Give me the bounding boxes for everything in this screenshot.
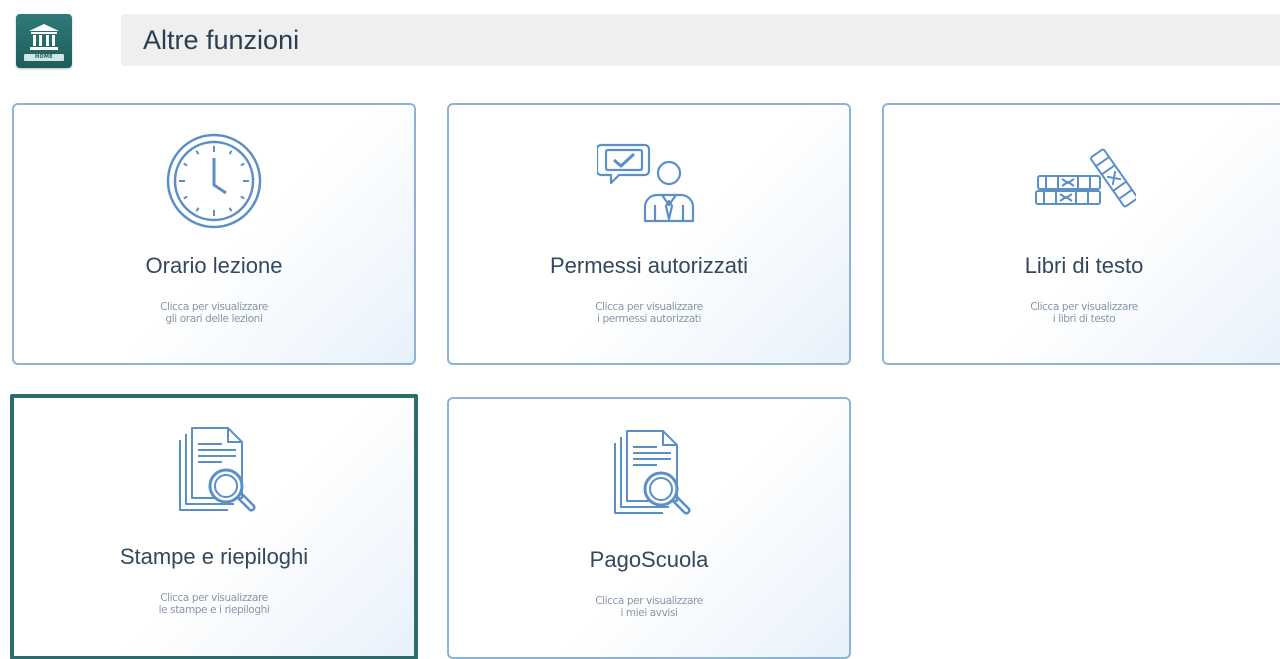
clock-icon: [166, 133, 262, 229]
page-title: Altre funzioni: [143, 24, 300, 55]
card-title: Permessi autorizzati: [549, 253, 749, 278]
card-title: Libri di testo: [1024, 253, 1144, 278]
page: HOME Altre funzioni Orario lezione Clicc…: [0, 0, 1280, 659]
card-stampe-e-riepiloghi[interactable]: Stampe e riepiloghi Clicca per visualizz…: [10, 394, 418, 659]
card-title: Stampe e riepiloghi: [119, 544, 309, 569]
card-title: Orario lezione: [145, 253, 283, 278]
card-description: Clicca per visualizzare i permessi autor…: [595, 301, 703, 325]
books-icon: [1035, 148, 1136, 208]
card-description: Clicca per visualizzare i libri di testo: [1030, 301, 1138, 325]
home-label: HOME: [24, 53, 64, 61]
card-description: Clicca per visualizzare i miei avvisi: [595, 595, 703, 619]
document-search-icon: [614, 430, 691, 515]
home-button[interactable]: HOME: [16, 14, 72, 68]
card-orario-lezione[interactable]: Orario lezione Clicca per visualizzare g…: [12, 103, 416, 365]
card-libri-di-testo[interactable]: Libri di testo Clicca per visualizzare i…: [882, 103, 1280, 365]
school-building-icon: [29, 23, 59, 50]
card-pagoscuola[interactable]: PagoScuola Clicca per visualizzare i mie…: [447, 397, 851, 659]
card-description: Clicca per visualizzare le stampe e i ri…: [158, 592, 270, 616]
person-checkmark-icon: [597, 143, 695, 223]
title-bar: Altre funzioni: [121, 14, 1280, 66]
card-permessi-autorizzati[interactable]: Permessi autorizzati Clicca per visualiz…: [447, 103, 851, 365]
card-description: Clicca per visualizzare gli orari delle …: [160, 301, 268, 325]
document-search-icon: [179, 427, 256, 512]
card-title: PagoScuola: [589, 547, 709, 572]
